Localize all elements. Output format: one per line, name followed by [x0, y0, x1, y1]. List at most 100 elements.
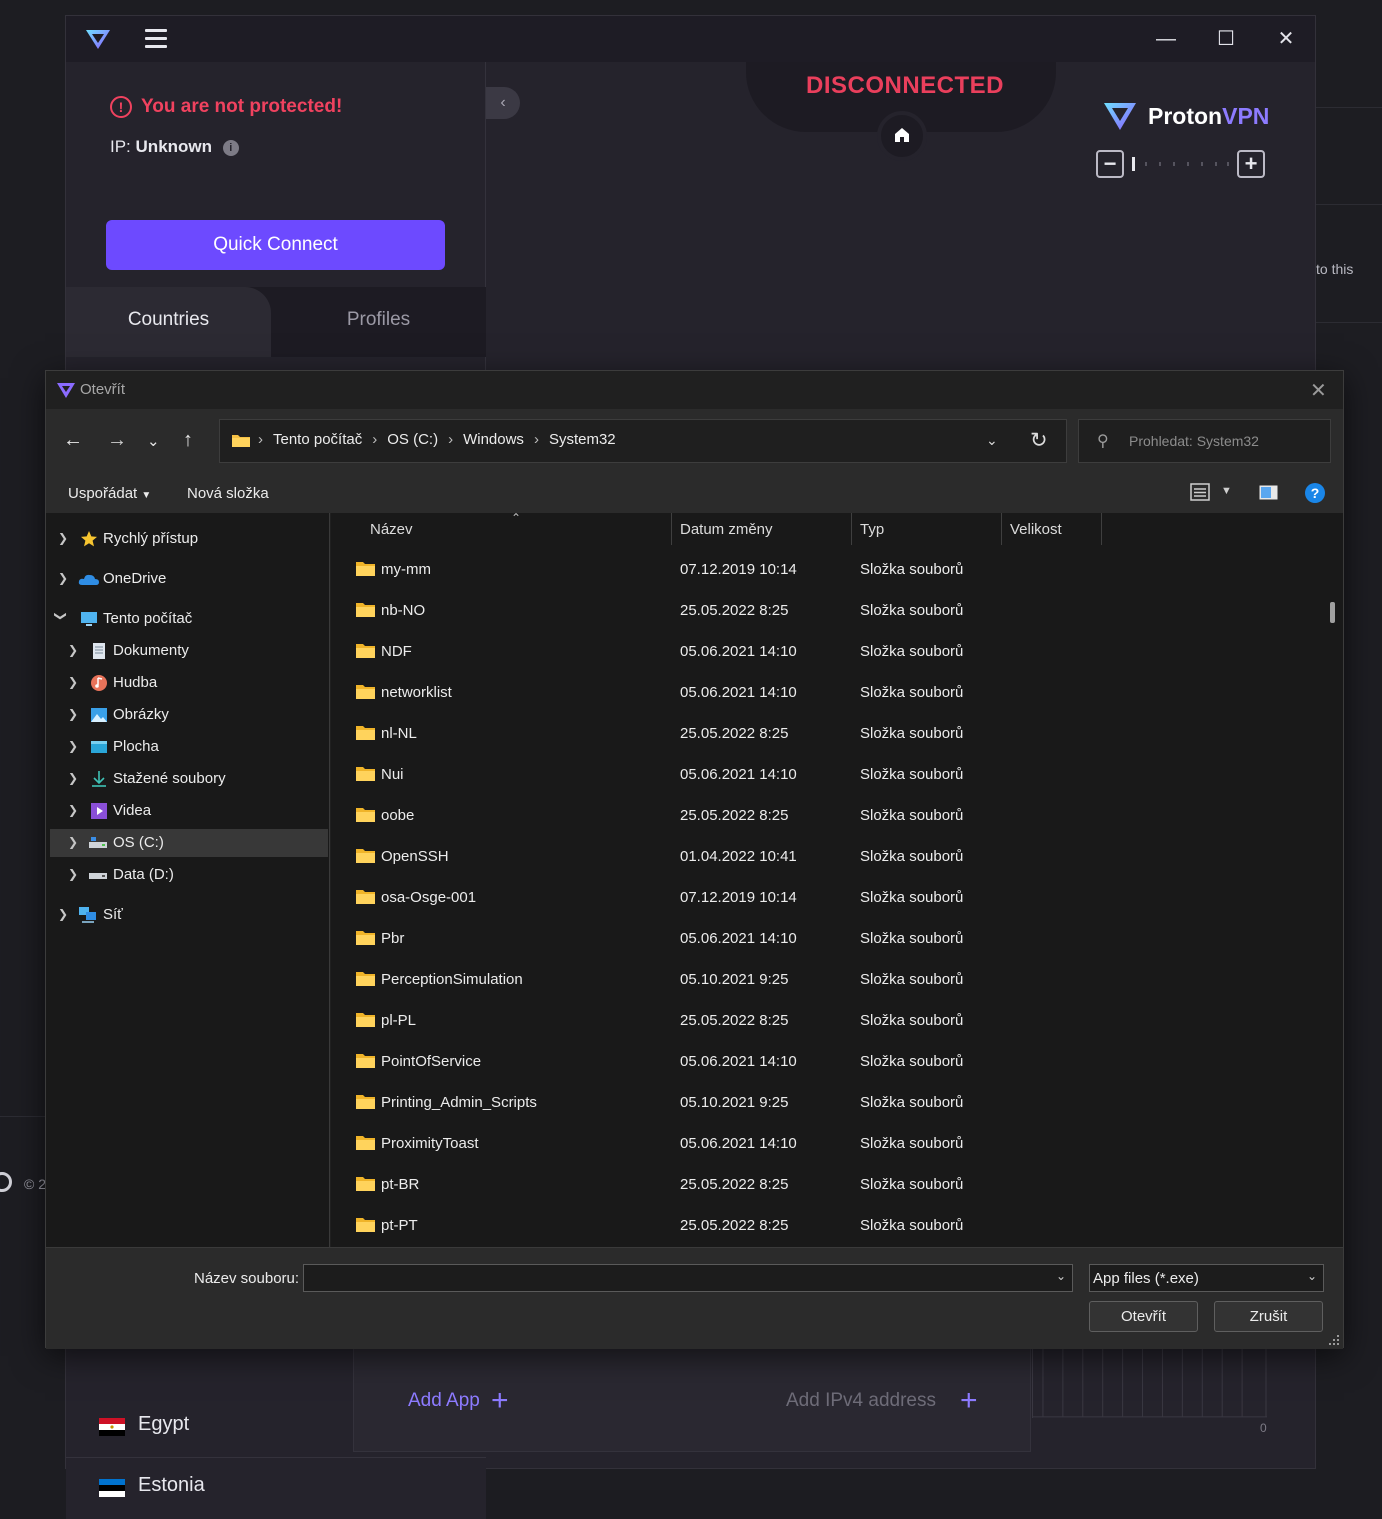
tree-item-data-d[interactable]: ❯ Data (D:): [50, 861, 328, 889]
collapse-sidebar-button[interactable]: ‹: [486, 87, 520, 119]
column-type-header[interactable]: Typ: [860, 521, 884, 538]
view-options-chevron-icon[interactable]: ▼: [1221, 485, 1232, 497]
file-row[interactable]: Pbr 05.06.2021 14:10 Složka souborů: [331, 918, 1321, 959]
file-row[interactable]: my-mm 07.12.2019 10:14 Složka souborů: [331, 549, 1321, 590]
chevron-right-icon[interactable]: ❯: [58, 907, 68, 921]
file-date: 05.06.2021 14:10: [680, 1053, 797, 1070]
file-row[interactable]: osa-Osge-001 07.12.2019 10:14 Složka soubo…: [331, 877, 1321, 918]
search-input[interactable]: ⚲ Prohledat: System32: [1078, 419, 1331, 463]
file-row[interactable]: Nui 05.06.2021 14:10 Složka souborů: [331, 754, 1321, 795]
column-divider[interactable]: [671, 513, 672, 545]
back-arrow-icon[interactable]: ←: [63, 429, 83, 452]
zoom-out-button[interactable]: −: [1096, 150, 1124, 178]
breadcrumb-item[interactable]: Tento počítač: [273, 431, 362, 448]
home-button[interactable]: [877, 111, 927, 161]
new-folder-button[interactable]: Nová složka: [187, 485, 269, 502]
close-button[interactable]: ✕: [1266, 24, 1306, 54]
chevron-down-icon[interactable]: ❯: [54, 611, 68, 621]
chevron-right-icon[interactable]: ❯: [68, 739, 78, 753]
tree-item-quick-access[interactable]: ❯ Rychlý přístup: [50, 525, 328, 553]
tree-item-documents[interactable]: ❯ Dokumenty: [50, 637, 328, 665]
maximize-button[interactable]: ☐: [1206, 24, 1246, 54]
file-row[interactable]: PointOfService 05.06.2021 14:10 Složka sou…: [331, 1041, 1321, 1082]
cancel-button[interactable]: Zrušit: [1214, 1301, 1323, 1332]
country-item-estonia[interactable]: Estonia: [66, 1458, 486, 1519]
column-date-header[interactable]: Datum změny: [680, 521, 773, 538]
column-size-header[interactable]: Velikost: [1010, 521, 1062, 538]
file-type-select[interactable]: App files (*.exe) ⌄: [1089, 1264, 1324, 1292]
view-details-icon[interactable]: [1190, 482, 1210, 502]
chevron-right-icon[interactable]: ❯: [68, 803, 78, 817]
up-arrow-icon[interactable]: ↑: [183, 429, 193, 452]
tree-item-network[interactable]: ❯ Síť: [50, 901, 328, 929]
chevron-right-icon[interactable]: ❯: [68, 675, 78, 689]
tree-item-music[interactable]: ❯ Hudba: [50, 669, 328, 697]
file-row[interactable]: oobe 25.05.2022 8:25 Složka souborů: [331, 795, 1321, 836]
tree-item-desktop[interactable]: ❯ Plocha: [50, 733, 328, 761]
file-row[interactable]: ProximityToast 05.06.2021 14:10 Složka sou…: [331, 1123, 1321, 1164]
recent-locations-chevron-icon[interactable]: ⌄: [147, 432, 160, 450]
file-row[interactable]: pt-BR 25.05.2022 8:25 Složka souborů: [331, 1164, 1321, 1205]
breadcrumb-item[interactable]: OS (C:): [387, 431, 438, 448]
zoom-in-button[interactable]: +: [1237, 150, 1265, 178]
refresh-icon[interactable]: ↻: [1030, 428, 1048, 453]
add-app-plus-icon[interactable]: +: [491, 1384, 509, 1418]
add-ip-input[interactable]: Add IPv4 address: [786, 1390, 936, 1412]
file-date: 25.05.2022 8:25: [680, 1217, 789, 1234]
folder-icon: [356, 972, 375, 986]
filename-input[interactable]: ⌄: [303, 1264, 1073, 1292]
file-row[interactable]: PerceptionSimulation 05.10.2021 9:25 Složk…: [331, 959, 1321, 1000]
forward-arrow-icon[interactable]: →: [107, 429, 127, 452]
file-name: NDF: [381, 643, 412, 660]
preview-pane-icon[interactable]: [1259, 485, 1278, 500]
open-button[interactable]: Otevřít: [1089, 1301, 1198, 1332]
quick-connect-button[interactable]: Quick Connect: [106, 220, 445, 270]
tab-profiles[interactable]: Profiles: [271, 287, 486, 357]
help-icon[interactable]: ?: [1305, 483, 1325, 503]
chevron-right-icon[interactable]: ❯: [68, 707, 78, 721]
zoom-slider-handle[interactable]: [1132, 157, 1135, 171]
file-row[interactable]: networklist 05.06.2021 14:10 Složka soubor…: [331, 672, 1321, 713]
chevron-right-icon[interactable]: ❯: [58, 571, 68, 585]
organize-button[interactable]: Uspořádat ▼: [68, 485, 151, 502]
tab-countries[interactable]: Countries: [66, 287, 271, 357]
chevron-right-icon[interactable]: ❯: [68, 771, 78, 785]
brand-vpn: VPN: [1222, 102, 1270, 129]
add-app-button[interactable]: Add App: [408, 1390, 480, 1412]
tree-item-this-pc[interactable]: ❯ Tento počítač: [50, 605, 328, 633]
file-row[interactable]: Printing_Admin_Scripts 05.10.2021 9:25 Slo…: [331, 1082, 1321, 1123]
column-divider[interactable]: [1001, 513, 1002, 545]
tree-item-pictures[interactable]: ❯ Obrázky: [50, 701, 328, 729]
add-ip-plus-icon[interactable]: +: [960, 1384, 978, 1418]
file-row[interactable]: nl-NL 25.05.2022 8:25 Složka souborů: [331, 713, 1321, 754]
column-divider[interactable]: [1101, 513, 1102, 545]
chevron-right-icon[interactable]: ❯: [68, 643, 78, 657]
folder-icon: [356, 726, 375, 740]
resize-grip-icon[interactable]: [1328, 1334, 1340, 1346]
file-row[interactable]: nb-NO 25.05.2022 8:25 Složka souborů: [331, 590, 1321, 631]
tree-item-os-c[interactable]: ❯ OS (C:): [50, 829, 328, 857]
minimize-button[interactable]: —: [1146, 24, 1186, 54]
tree-item-downloads[interactable]: ❯ Stažené soubory: [50, 765, 328, 793]
file-row[interactable]: OpenSSH 01.04.2022 10:41 Složka souborů: [331, 836, 1321, 877]
chevron-right-icon[interactable]: ❯: [68, 835, 78, 849]
breadcrumb-item[interactable]: System32: [549, 431, 616, 448]
scrollbar-thumb[interactable]: [1330, 602, 1335, 623]
chevron-down-icon[interactable]: ⌄: [986, 432, 998, 449]
menu-icon[interactable]: [145, 29, 167, 49]
open-file-dialog: Otevřít ✕ ← → ⌄ ↑ › Tento počítač › OS (…: [45, 370, 1344, 1349]
chevron-down-icon[interactable]: ⌄: [1056, 1269, 1066, 1283]
chevron-right-icon[interactable]: ❯: [58, 531, 68, 545]
tree-item-onedrive[interactable]: ❯ OneDrive: [50, 565, 328, 593]
file-row[interactable]: pl-PL 25.05.2022 8:25 Složka souborů: [331, 1000, 1321, 1041]
address-bar[interactable]: › Tento počítač › OS (C:) › Windows › Sy…: [219, 419, 1067, 463]
close-icon[interactable]: ✕: [1310, 378, 1327, 403]
chevron-right-icon[interactable]: ❯: [68, 867, 78, 881]
column-divider[interactable]: [851, 513, 852, 545]
tree-item-videos[interactable]: ❯ Videa: [50, 797, 328, 825]
column-name-header[interactable]: Název: [370, 521, 413, 538]
file-row[interactable]: pt-PT 25.05.2022 8:25 Složka souborů: [331, 1205, 1321, 1246]
file-row[interactable]: NDF 05.06.2021 14:10 Složka souborů: [331, 631, 1321, 672]
info-icon[interactable]: i: [222, 140, 239, 156]
breadcrumb-item[interactable]: Windows: [463, 431, 524, 448]
